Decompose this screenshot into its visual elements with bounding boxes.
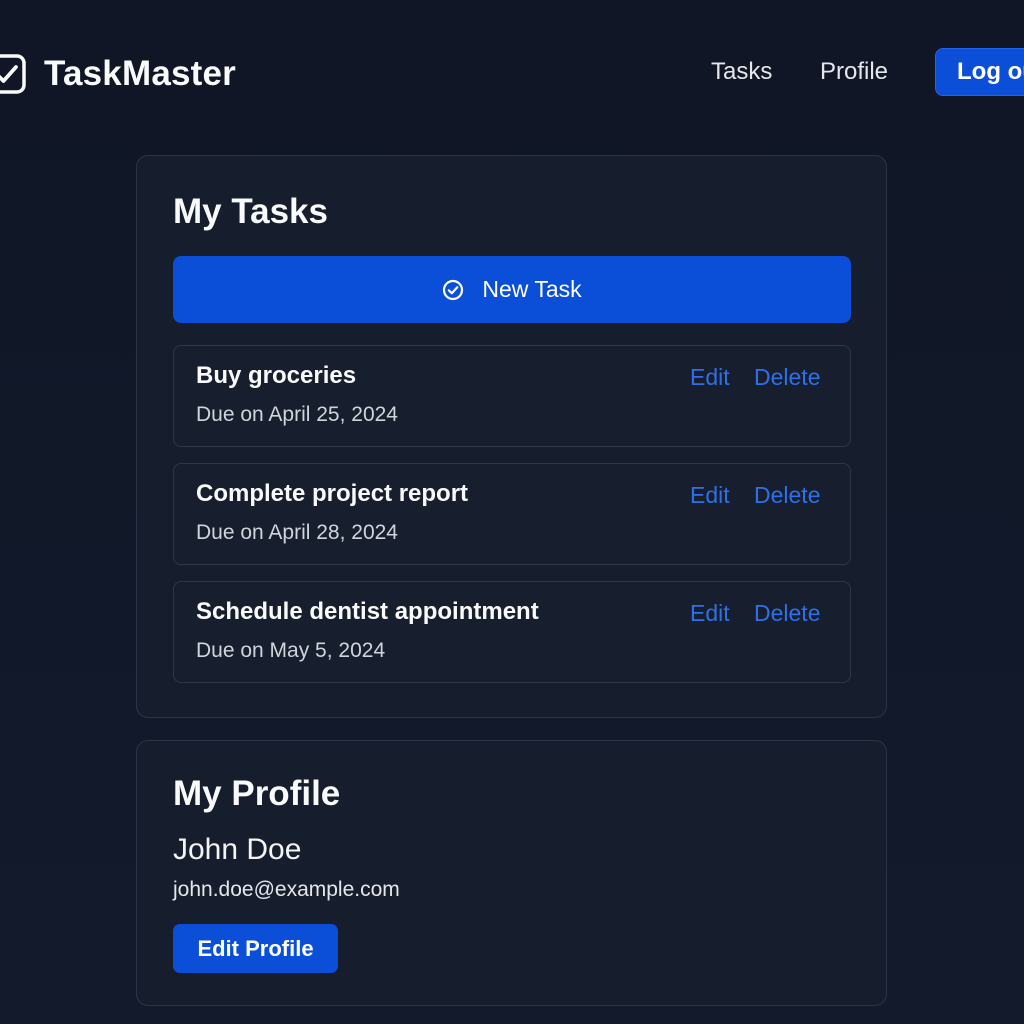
new-task-label: New Task (482, 276, 582, 302)
task-due-date: Due on May 5, 2024 (196, 639, 386, 662)
checkbox-icon (0, 54, 26, 94)
nav-link-profile[interactable]: Profile (820, 58, 888, 86)
task-delete-link[interactable]: Delete (754, 364, 820, 391)
tasks-card: My Tasks New Task Buy groceries Due on A… (136, 155, 887, 718)
profile-card-title: My Profile (173, 774, 341, 813)
task-edit-link[interactable]: Edit (690, 482, 730, 509)
logout-button[interactable]: Log out (935, 48, 1024, 96)
task-due-date: Due on April 28, 2024 (196, 521, 398, 544)
task-edit-link[interactable]: Edit (690, 364, 730, 391)
brand[interactable]: TaskMaster (0, 52, 236, 96)
task-item: Complete project report Due on April 28,… (173, 463, 851, 565)
task-title: Buy groceries (196, 362, 357, 389)
app-header: TaskMaster Tasks Profile Log out (0, 0, 1024, 146)
task-title: Schedule dentist appointment (196, 598, 539, 625)
brand-name: TaskMaster (44, 54, 237, 93)
profile-email: john.doe@example.com (173, 878, 400, 901)
task-title: Complete project report (196, 480, 469, 507)
task-item: Buy groceries Due on April 25, 2024 Edit… (173, 345, 851, 447)
task-delete-link[interactable]: Delete (754, 482, 820, 509)
profile-card: My Profile John Doe john.doe@example.com… (136, 740, 887, 1006)
task-item: Schedule dentist appointment Due on May … (173, 581, 851, 683)
page: TaskMaster Tasks Profile Log out My Task… (0, 0, 1024, 1024)
task-edit-link[interactable]: Edit (690, 600, 730, 627)
nav-link-tasks[interactable]: Tasks (711, 58, 772, 86)
edit-profile-button[interactable]: Edit Profile (173, 924, 338, 973)
check-circle-icon (443, 279, 464, 300)
tasks-card-title: My Tasks (173, 192, 328, 231)
profile-name: John Doe (173, 833, 302, 866)
task-list: Buy groceries Due on April 25, 2024 Edit… (173, 345, 851, 699)
task-due-date: Due on April 25, 2024 (196, 403, 398, 426)
task-delete-link[interactable]: Delete (754, 600, 820, 627)
new-task-button[interactable]: New Task (173, 256, 851, 323)
